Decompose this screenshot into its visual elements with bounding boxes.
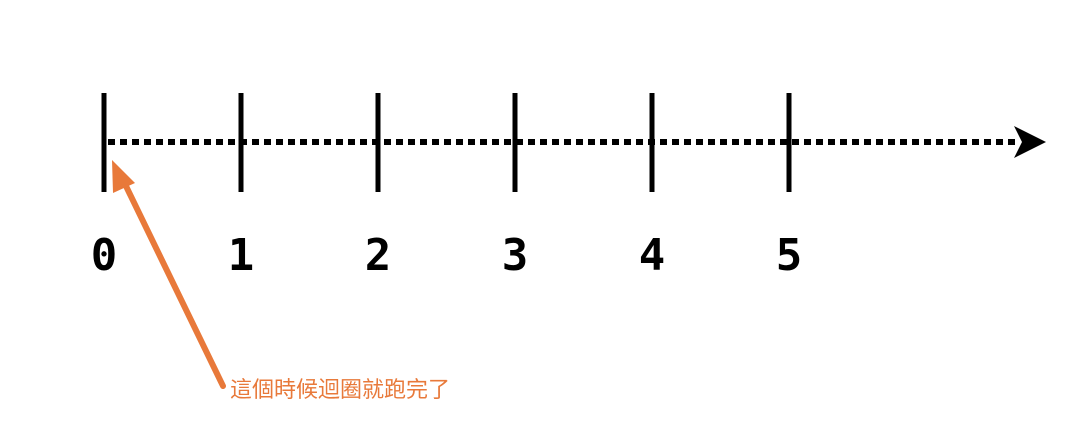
tick-label-2: 2 — [365, 230, 392, 281]
tick-label-1: 1 — [228, 230, 255, 281]
axis-arrow-icon — [1014, 126, 1046, 158]
tick-label-3: 3 — [502, 230, 529, 281]
annotation-arrow-head-icon — [112, 160, 135, 193]
tick-label-5: 5 — [776, 230, 803, 281]
tick-label-0: 0 — [91, 230, 118, 281]
annotation-text: 這個時候迴圈就跑完了 — [230, 378, 450, 403]
annotation-arrow-shaft — [121, 179, 226, 389]
number-line-diagram: 0 1 2 3 4 5 這個時候迴圈就跑完了 — [91, 93, 1046, 403]
tick-label-4: 4 — [639, 230, 666, 281]
